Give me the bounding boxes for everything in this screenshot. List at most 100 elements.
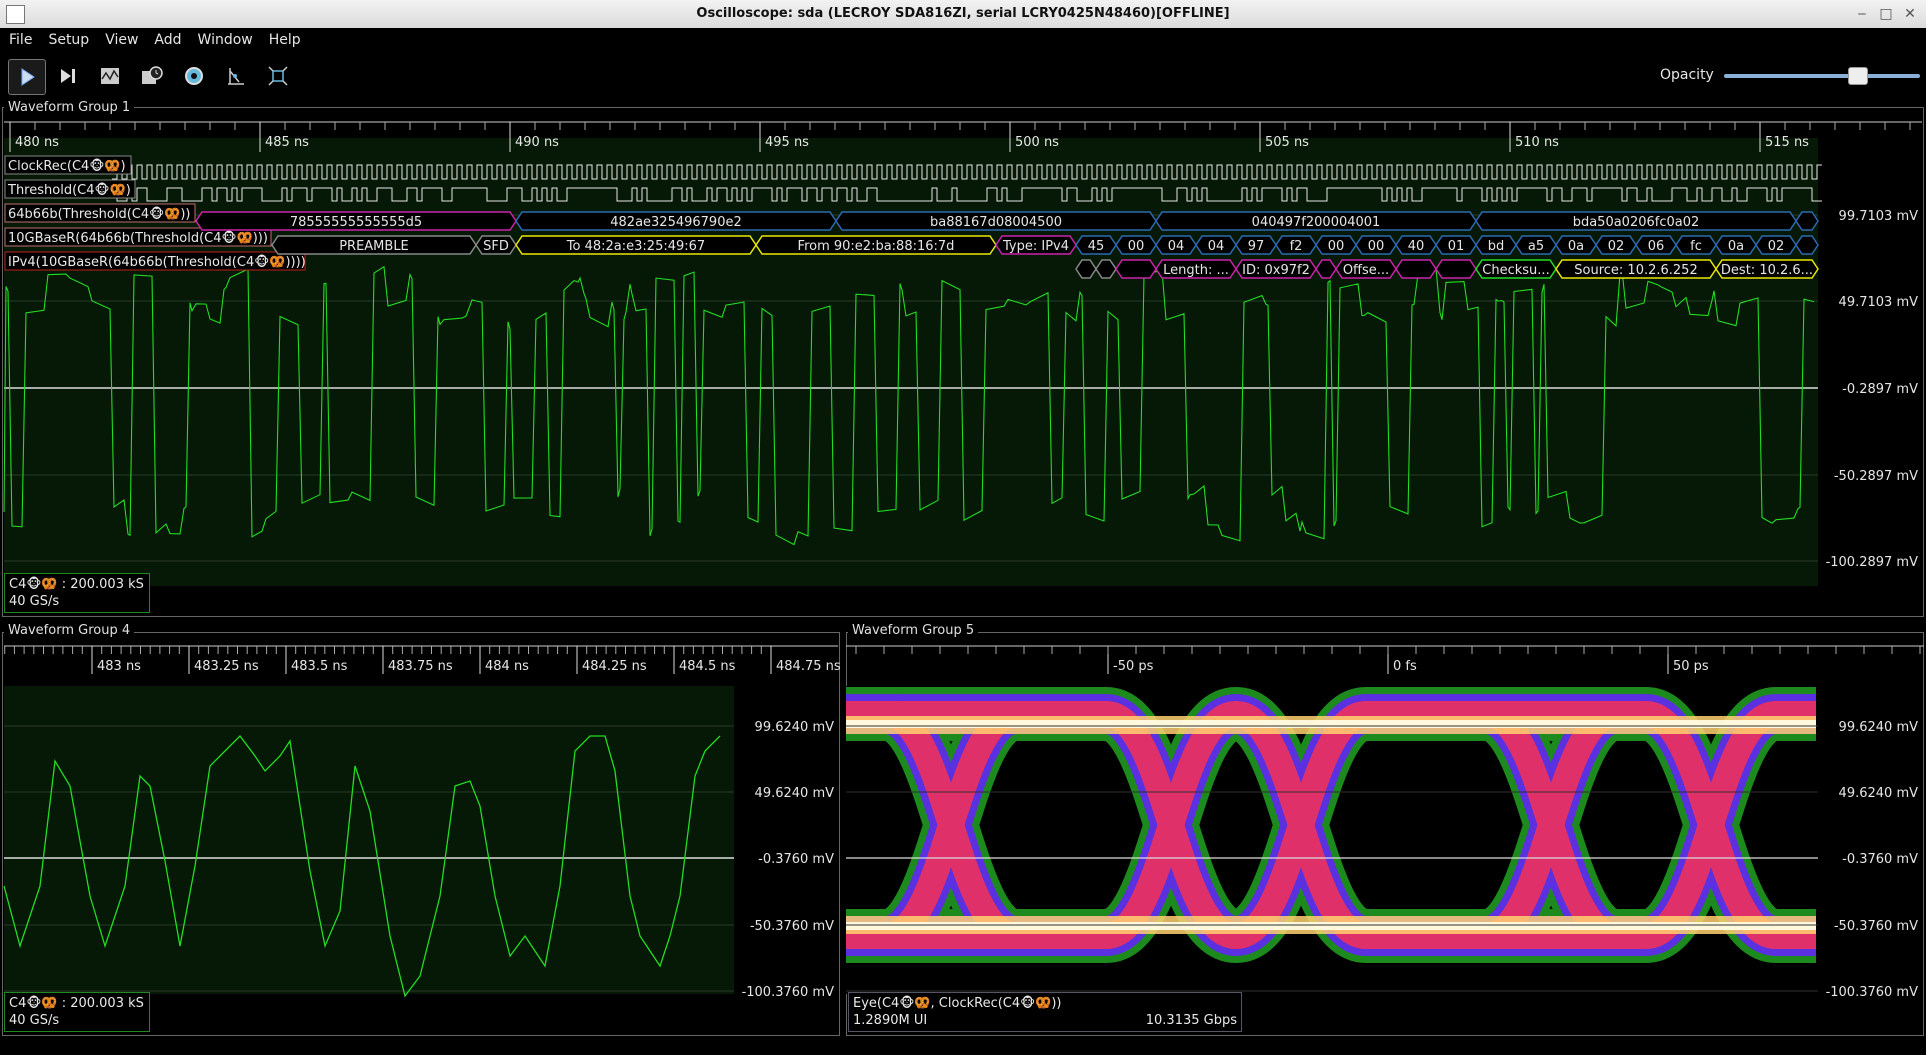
opacity-label: Opacity: [1660, 67, 1714, 83]
group1-y-label: 49.7103 mV: [1839, 295, 1919, 310]
channel-label: 10GBaseR(64b66b(Threshold(C4🐵🥨))): [8, 230, 268, 246]
measure-icon: [228, 68, 244, 85]
decode-10gbaser-byte: fc: [1690, 239, 1702, 254]
group5-y-label: 99.6240 mV: [1839, 720, 1919, 735]
decode-ipv4-field: Length: ...: [1163, 263, 1229, 278]
group5-info-line1: Eye(C4🐵🥨, ClockRec(C4🐵🥨)): [853, 996, 1062, 1011]
close-icon[interactable]: ✕: [1900, 4, 1920, 24]
step-button[interactable]: [50, 59, 86, 93]
settings-icon: [185, 67, 203, 85]
measure-button[interactable]: [218, 59, 254, 93]
group1-info-line2: 40 GS/s: [9, 594, 60, 609]
maximize-icon[interactable]: □: [1876, 4, 1896, 24]
group1-time-label: 505 ns: [1265, 135, 1309, 150]
eye-top-core: [846, 720, 1816, 728]
opacity-slider-track[interactable]: [1724, 74, 1920, 78]
minimize-icon[interactable]: ‒: [1852, 4, 1872, 24]
group5-y-label: -100.3760 mV: [1826, 985, 1919, 1000]
group1-plot[interactable]: 480 ns 485 ns 490 ns 495 ns 500 ns 505 ns 510 …: [0, 112, 1926, 612]
group1-time-label: 510 ns: [1515, 135, 1559, 150]
decode-10gbaser-byte: 45: [1088, 239, 1105, 254]
decode-10gbaser-byte: 02: [1608, 239, 1625, 254]
group5-y-label: -50.3760 mV: [1834, 919, 1918, 934]
group4-y-label: 49.6240 mV: [755, 786, 835, 801]
decode-10gbaser-byte: 02: [1768, 239, 1785, 254]
decode-10gbaser-byte: 00: [1128, 239, 1145, 254]
decode-ipv4-field-box: [1395, 259, 1437, 279]
channel-label: 64b66b(Threshold(C4🐵🥨)): [8, 206, 191, 222]
group5-plot[interactable]: -50 ps 0 fs 50 ps 99.6240 mV 49.6240 mV -0.37…: [846, 636, 1924, 1034]
opacity-slider-handle[interactable]: [1848, 67, 1868, 85]
channel-label: IPv4(10GBaseR(64b66b(Threshold(C4🐵🥨)))): [8, 254, 306, 270]
decode-10gbaser-field: To 48:2a:e3:25:49:67: [566, 239, 705, 254]
menu-file[interactable]: File: [0, 28, 39, 48]
decode-10gbaser-byte: f2: [1290, 239, 1303, 254]
channel-label: Threshold(C4🐵🥨): [7, 182, 131, 198]
decode-10gbaser-field: PREAMBLE: [339, 239, 409, 254]
decode-10gbaser-byte: 0a: [1728, 239, 1744, 254]
eye-bottom-core: [846, 922, 1816, 930]
decode-10gbaser-partial-box: [1795, 235, 1819, 255]
waveform-button[interactable]: [92, 59, 128, 93]
play-icon: [21, 68, 35, 86]
group4-info-line1: C4🐵🥨 : 200.003 kS: [9, 996, 144, 1011]
group4-y-label: -50.3760 mV: [750, 919, 834, 934]
decode-10gbaser-byte: 04: [1208, 239, 1225, 254]
fit-icon: [268, 66, 288, 86]
group4-time-label: 483 ns: [97, 659, 141, 674]
group1-info-line1: C4🐵🥨 : 200.003 kS: [9, 577, 144, 592]
window-title: Oscilloscope: sda (LECROY SDA816ZI, seri…: [696, 6, 1230, 21]
decode-10gbaser-byte: 40: [1408, 239, 1425, 254]
group5-time-label: 0 fs: [1393, 659, 1417, 674]
group5-info-box: Eye(C4🐵🥨, ClockRec(C4🐵🥨)) 1.2890M UI 10.…: [848, 992, 1242, 1032]
group4-time-label: 484.75 ns: [776, 659, 840, 674]
channel-label: ClockRec(C4🐵🥨): [8, 158, 126, 174]
decode-ipv4-field: ID: 0x97f2: [1242, 263, 1310, 278]
decode-10gbaser-byte: bd: [1488, 239, 1505, 254]
decode-64b66b-symbol: bda50a0206fc0a02: [1573, 215, 1700, 230]
group4-info-line2: 40 GS/s: [9, 1013, 60, 1028]
menu-view[interactable]: View: [96, 28, 145, 48]
decode-10gbaser-byte: 00: [1368, 239, 1385, 254]
settings-button[interactable]: [176, 59, 212, 93]
decode-10gbaser-byte: 97: [1248, 239, 1265, 254]
group4-time-label: 483.75 ns: [388, 659, 453, 674]
decode-ipv4-field: Source: 10.2.6.252: [1574, 263, 1697, 278]
decode-ipv4-field: Checksu...: [1482, 263, 1549, 278]
group1-y-label: 99.7103 mV: [1839, 209, 1919, 224]
decode-ipv4-field-box: [1435, 259, 1477, 279]
group1-info-box: C4🐵🥨 : 200.003 kS 40 GS/s: [4, 573, 150, 613]
group1-time-label: 500 ns: [1015, 135, 1059, 150]
group5-y-label: -0.3760 mV: [1842, 852, 1918, 867]
decode-10gbaser-byte: 01: [1448, 239, 1465, 254]
decode-ipv4-field: Dest: 10.2.6...: [1721, 263, 1813, 278]
group1-y-label: -0.2897 mV: [1842, 382, 1918, 397]
decode-64b66b-symbol: 040497f200004001: [1252, 215, 1381, 230]
group4-y-label: -100.3760 mV: [742, 985, 835, 1000]
decode-10gbaser-byte: 06: [1648, 239, 1665, 254]
decode-64b66b-symbol: 482ae325496790e2: [610, 215, 742, 230]
group1-y-label: -100.2897 mV: [1826, 555, 1919, 570]
decode-10gbaser-field: From 90:e2:ba:88:16:7d: [798, 239, 955, 254]
menu-help[interactable]: Help: [260, 28, 308, 48]
group4-time-label: 483.5 ns: [291, 659, 348, 674]
menu-setup[interactable]: Setup: [39, 28, 96, 48]
play-button[interactable]: [8, 59, 46, 95]
history-button[interactable]: [134, 59, 170, 93]
window-titlebar: Oscilloscope: sda (LECROY SDA816ZI, seri…: [0, 0, 1926, 29]
decode-64b66b-symbol: ba88167d08004500: [930, 215, 1062, 230]
menu-add[interactable]: Add: [145, 28, 188, 48]
group4-plot[interactable]: 483 ns 483.25 ns 483.5 ns 483.75 ns 484 ns 48…: [0, 636, 840, 1034]
fit-button[interactable]: [260, 59, 296, 93]
group1-y-label: -50.2897 mV: [1834, 469, 1918, 484]
group1-time-label: 480 ns: [15, 135, 59, 150]
decode-10gbaser-byte: 0a: [1568, 239, 1584, 254]
menu-window[interactable]: Window: [189, 28, 260, 48]
group4-time-label: 484 ns: [485, 659, 529, 674]
decode-10gbaser-field: SFD: [483, 239, 509, 254]
group4-time-label: 484.25 ns: [582, 659, 647, 674]
group5-time-label: -50 ps: [1113, 659, 1154, 674]
decode-ipv4-field-box: [1115, 259, 1157, 279]
decode-64b66b-symbol: 78555555555555d5: [290, 215, 422, 230]
waveform-icon: [101, 68, 119, 84]
